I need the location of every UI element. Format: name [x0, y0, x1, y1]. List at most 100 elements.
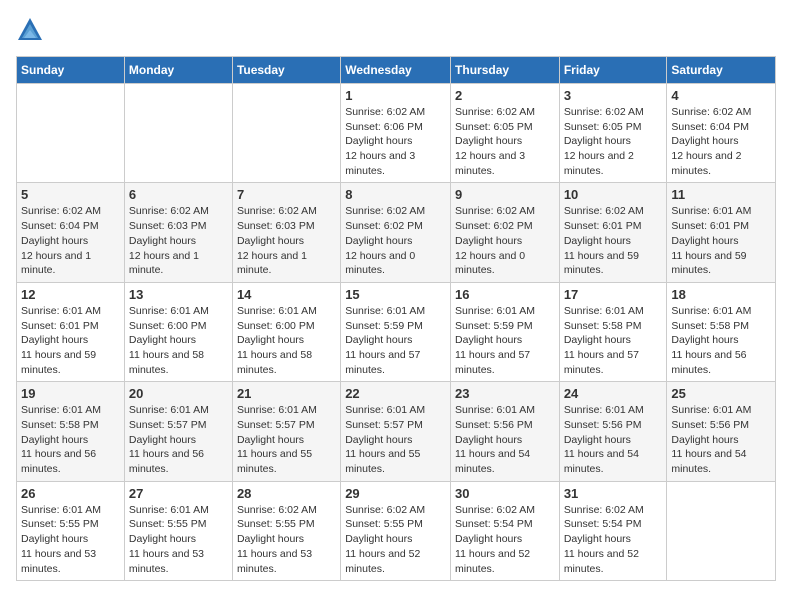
calendar-cell	[232, 84, 340, 183]
calendar-week-row: 19Sunrise: 6:01 AMSunset: 5:58 PMDayligh…	[17, 382, 776, 481]
day-info: Sunrise: 6:01 AMSunset: 5:57 PMDaylight …	[345, 403, 446, 476]
calendar-cell: 28 Sunrise: 6:02 AMSunset: 5:55 PMDayligh…	[232, 481, 340, 580]
calendar-cell: 24 Sunrise: 6:01 AMSunset: 5:56 PMDayligh…	[559, 382, 667, 481]
day-number: 14	[237, 287, 336, 302]
day-info: Sunrise: 6:02 AMSunset: 6:03 PMDaylight …	[237, 204, 336, 277]
day-info: Sunrise: 6:01 AMSunset: 5:55 PMDaylight …	[129, 503, 228, 576]
day-info: Sunrise: 6:02 AMSunset: 6:05 PMDaylight …	[564, 105, 663, 178]
calendar-cell: 14 Sunrise: 6:01 AMSunset: 6:00 PMDayligh…	[232, 282, 340, 381]
day-info: Sunrise: 6:01 AMSunset: 6:00 PMDaylight …	[237, 304, 336, 377]
day-number: 21	[237, 386, 336, 401]
day-info: Sunrise: 6:01 AMSunset: 5:57 PMDaylight …	[129, 403, 228, 476]
day-number: 10	[564, 187, 663, 202]
calendar-cell: 11 Sunrise: 6:01 AMSunset: 6:01 PMDayligh…	[667, 183, 776, 282]
calendar-table: SundayMondayTuesdayWednesdayThursdayFrid…	[16, 56, 776, 581]
day-info: Sunrise: 6:01 AMSunset: 5:58 PMDaylight …	[564, 304, 663, 377]
day-number: 2	[455, 88, 555, 103]
day-number: 28	[237, 486, 336, 501]
calendar-cell: 27 Sunrise: 6:01 AMSunset: 5:55 PMDayligh…	[124, 481, 232, 580]
day-info: Sunrise: 6:01 AMSunset: 6:01 PMDaylight …	[671, 204, 771, 277]
day-number: 30	[455, 486, 555, 501]
day-number: 29	[345, 486, 446, 501]
day-number: 9	[455, 187, 555, 202]
day-number: 11	[671, 187, 771, 202]
day-info: Sunrise: 6:02 AMSunset: 6:01 PMDaylight …	[564, 204, 663, 277]
day-info: Sunrise: 6:01 AMSunset: 5:56 PMDaylight …	[671, 403, 771, 476]
calendar-cell	[667, 481, 776, 580]
calendar-cell: 15Sunrise: 6:01 AMSunset: 5:59 PMDayligh…	[341, 282, 451, 381]
day-info: Sunrise: 6:01 AMSunset: 5:59 PMDaylight …	[345, 304, 446, 377]
day-number: 3	[564, 88, 663, 103]
day-number: 23	[455, 386, 555, 401]
calendar-cell: 3 Sunrise: 6:02 AMSunset: 6:05 PMDaylight…	[559, 84, 667, 183]
calendar-cell: 4Sunrise: 6:02 AMSunset: 6:04 PMDaylight…	[667, 84, 776, 183]
weekday-header-saturday: Saturday	[667, 57, 776, 84]
day-number: 8	[345, 187, 446, 202]
day-number: 26	[21, 486, 120, 501]
day-number: 16	[455, 287, 555, 302]
day-info: Sunrise: 6:02 AMSunset: 5:55 PMDaylight …	[237, 503, 336, 576]
day-info: Sunrise: 6:02 AMSunset: 6:04 PMDaylight …	[21, 204, 120, 277]
day-info: Sunrise: 6:01 AMSunset: 5:55 PMDaylight …	[21, 503, 120, 576]
day-number: 19	[21, 386, 120, 401]
calendar-cell	[17, 84, 125, 183]
day-info: Sunrise: 6:02 AMSunset: 5:54 PMDaylight …	[564, 503, 663, 576]
logo	[16, 16, 48, 44]
day-number: 31	[564, 486, 663, 501]
day-info: Sunrise: 6:01 AMSunset: 5:58 PMDaylight …	[671, 304, 771, 377]
calendar-cell: 21 Sunrise: 6:01 AMSunset: 5:57 PMDayligh…	[232, 382, 340, 481]
day-number: 6	[129, 187, 228, 202]
day-number: 4	[671, 88, 771, 103]
day-number: 18	[671, 287, 771, 302]
calendar-week-row: 12 Sunrise: 6:01 AMSunset: 6:01 PMDayligh…	[17, 282, 776, 381]
calendar-cell: 20 Sunrise: 6:01 AMSunset: 5:57 PMDayligh…	[124, 382, 232, 481]
calendar-cell: 31 Sunrise: 6:02 AMSunset: 5:54 PMDayligh…	[559, 481, 667, 580]
day-info: Sunrise: 6:01 AMSunset: 5:59 PMDaylight …	[455, 304, 555, 377]
day-number: 25	[671, 386, 771, 401]
calendar-cell: 8 Sunrise: 6:02 AMSunset: 6:02 PMDaylight…	[341, 183, 451, 282]
day-number: 12	[21, 287, 120, 302]
weekday-header-sunday: Sunday	[17, 57, 125, 84]
calendar-cell: 5 Sunrise: 6:02 AMSunset: 6:04 PMDaylight…	[17, 183, 125, 282]
day-number: 22	[345, 386, 446, 401]
calendar-cell: 13 Sunrise: 6:01 AMSunset: 6:00 PMDayligh…	[124, 282, 232, 381]
calendar-cell: 12 Sunrise: 6:01 AMSunset: 6:01 PMDayligh…	[17, 282, 125, 381]
calendar-cell: 25 Sunrise: 6:01 AMSunset: 5:56 PMDayligh…	[667, 382, 776, 481]
day-info: Sunrise: 6:02 AMSunset: 6:02 PMDaylight …	[455, 204, 555, 277]
day-info: Sunrise: 6:01 AMSunset: 5:56 PMDaylight …	[455, 403, 555, 476]
day-number: 5	[21, 187, 120, 202]
day-info: Sunrise: 6:02 AMSunset: 6:05 PMDaylight …	[455, 105, 555, 178]
day-number: 24	[564, 386, 663, 401]
weekday-header-thursday: Thursday	[451, 57, 560, 84]
calendar-cell: 17 Sunrise: 6:01 AMSunset: 5:58 PMDayligh…	[559, 282, 667, 381]
day-info: Sunrise: 6:02 AMSunset: 6:03 PMDaylight …	[129, 204, 228, 277]
weekday-header-tuesday: Tuesday	[232, 57, 340, 84]
day-info: Sunrise: 6:01 AMSunset: 6:00 PMDaylight …	[129, 304, 228, 377]
logo-icon	[16, 16, 44, 44]
weekday-header-friday: Friday	[559, 57, 667, 84]
day-info: Sunrise: 6:02 AMSunset: 5:54 PMDaylight …	[455, 503, 555, 576]
day-info: Sunrise: 6:02 AMSunset: 6:02 PMDaylight …	[345, 204, 446, 277]
calendar-cell: 26 Sunrise: 6:01 AMSunset: 5:55 PMDayligh…	[17, 481, 125, 580]
calendar-cell: 7Sunrise: 6:02 AMSunset: 6:03 PMDaylight…	[232, 183, 340, 282]
calendar-cell: 16 Sunrise: 6:01 AMSunset: 5:59 PMDayligh…	[451, 282, 560, 381]
calendar-week-row: 1Sunrise: 6:02 AMSunset: 6:06 PMDaylight…	[17, 84, 776, 183]
calendar-cell: 18 Sunrise: 6:01 AMSunset: 5:58 PMDayligh…	[667, 282, 776, 381]
day-info: Sunrise: 6:01 AMSunset: 5:57 PMDaylight …	[237, 403, 336, 476]
day-number: 13	[129, 287, 228, 302]
day-info: Sunrise: 6:01 AMSunset: 6:01 PMDaylight …	[21, 304, 120, 377]
calendar-cell: 22 Sunrise: 6:01 AMSunset: 5:57 PMDayligh…	[341, 382, 451, 481]
page-header	[16, 16, 776, 44]
day-info: Sunrise: 6:02 AMSunset: 6:06 PMDaylight …	[345, 105, 446, 178]
calendar-week-row: 5 Sunrise: 6:02 AMSunset: 6:04 PMDaylight…	[17, 183, 776, 282]
calendar-cell: 23 Sunrise: 6:01 AMSunset: 5:56 PMDayligh…	[451, 382, 560, 481]
calendar-cell: 19Sunrise: 6:01 AMSunset: 5:58 PMDayligh…	[17, 382, 125, 481]
calendar-cell: 30 Sunrise: 6:02 AMSunset: 5:54 PMDayligh…	[451, 481, 560, 580]
calendar-cell: 6 Sunrise: 6:02 AMSunset: 6:03 PMDaylight…	[124, 183, 232, 282]
day-number: 17	[564, 287, 663, 302]
calendar-cell: 9 Sunrise: 6:02 AMSunset: 6:02 PMDaylight…	[451, 183, 560, 282]
day-info: Sunrise: 6:01 AMSunset: 5:56 PMDaylight …	[564, 403, 663, 476]
day-number: 27	[129, 486, 228, 501]
weekday-header-monday: Monday	[124, 57, 232, 84]
day-number: 20	[129, 386, 228, 401]
